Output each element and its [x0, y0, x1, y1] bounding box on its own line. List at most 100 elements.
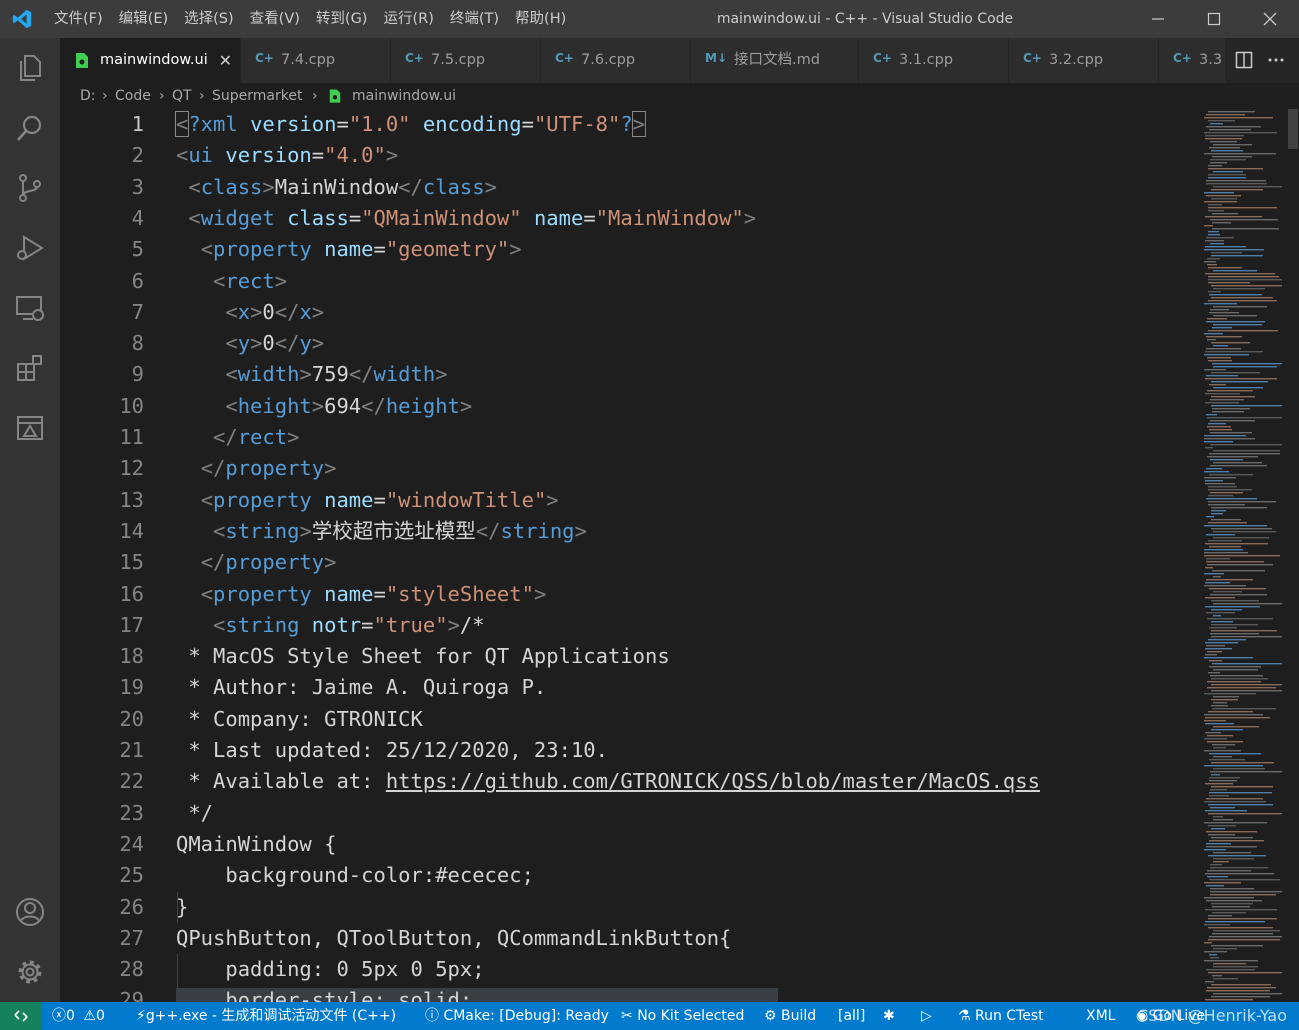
minimap-line	[1208, 501, 1276, 503]
minimap-line	[1211, 837, 1253, 839]
minimap-line	[1211, 528, 1272, 530]
tab-api-doc-md[interactable]: M↓ 接口文档.md	[691, 38, 859, 83]
line-number: 13	[119, 487, 144, 512]
minimap-line	[1211, 828, 1225, 830]
vertical-scrollbar[interactable]	[1286, 109, 1299, 1002]
minimap-line	[1211, 621, 1233, 623]
build-button[interactable]: ⚙ Build	[764, 1002, 816, 1030]
flask-icon: ⚗	[958, 1008, 971, 1024]
explorer-icon[interactable]	[14, 52, 46, 84]
breadcrumb-qt[interactable]: QT	[172, 83, 192, 109]
minimap-line	[1204, 960, 1258, 962]
extensions-icon[interactable]	[14, 352, 46, 384]
breadcrumb-code[interactable]: Code	[115, 83, 151, 109]
minimap-line	[1208, 486, 1237, 488]
minimap-line	[1212, 228, 1279, 230]
maximize-button[interactable]	[1185, 0, 1243, 38]
minimap-line	[1212, 363, 1282, 365]
breadcrumb-file[interactable]: mainwindow.ui	[352, 83, 456, 109]
minimap-line	[1211, 600, 1259, 602]
launch-button[interactable]: ▷	[921, 1002, 932, 1030]
code-line: <rect>	[213, 268, 288, 293]
minimap-line	[1208, 489, 1252, 491]
code-line: <height>694</height>	[225, 393, 473, 418]
minimap-line	[1204, 720, 1226, 722]
minimap-content	[1204, 111, 1282, 1001]
menu-terminal[interactable]: 终端(T)	[442, 0, 507, 38]
breadcrumb-supermarket[interactable]: Supermarket	[212, 83, 302, 109]
close-tab-icon[interactable]: ✕	[219, 38, 232, 83]
code-line: border-style: solid;	[225, 988, 473, 1002]
accounts-icon[interactable]	[14, 896, 46, 928]
code-line: <widget class="QMainWindow" name="MainWi…	[188, 205, 757, 230]
minimap-line	[1210, 594, 1267, 596]
minimap-line	[1204, 261, 1216, 263]
menu-go[interactable]: 转到(G)	[308, 0, 376, 38]
minimap-line	[1205, 393, 1240, 395]
tab-7-5-cpp[interactable]: C+ 7.5.cpp	[391, 38, 541, 83]
remote-indicator[interactable]	[0, 1002, 42, 1030]
debug-target[interactable]: ⚡g++.exe - 生成和调试活动文件 (C++)	[136, 1002, 396, 1030]
tab-mainwindow-ui[interactable]: mainwindow.ui ✕	[60, 38, 241, 83]
line-number: 16	[119, 581, 144, 606]
minimap-line	[1209, 147, 1240, 149]
debug-icon: ⚡	[136, 1008, 146, 1024]
minimap-line	[1210, 309, 1229, 311]
minimap-line	[1207, 876, 1228, 878]
tab-7-6-cpp[interactable]: C+ 7.6.cpp	[541, 38, 691, 83]
minimap-line	[1210, 459, 1243, 461]
minimap-line	[1210, 957, 1219, 959]
minimap-line	[1212, 213, 1238, 215]
source-control-icon[interactable]	[14, 172, 46, 204]
search-icon[interactable]	[14, 112, 46, 144]
tab-7-4-cpp[interactable]: C+ 7.4.cpp	[241, 38, 391, 83]
minimap-line	[1207, 390, 1253, 392]
remote-icon	[14, 1010, 28, 1022]
gear-icon[interactable]	[14, 956, 46, 988]
code-editor[interactable]: 1 2 3 4 5 6 7 8 9 10 11 12 13 14 15 16 1…	[60, 109, 1200, 1002]
minimap-line	[1209, 879, 1280, 881]
close-window-button[interactable]	[1241, 0, 1299, 38]
problems-indicator[interactable]: ⓧ0 ⚠0	[52, 1002, 105, 1030]
minimap-line	[1212, 222, 1231, 224]
url-link[interactable]: https://github.com/GTRONICK/QSS/blob/mas…	[386, 769, 1040, 793]
minimap-line	[1204, 525, 1267, 527]
menu-view[interactable]: 查看(V)	[242, 0, 308, 38]
gear-icon: ⚙	[764, 1008, 777, 1024]
minimap-line	[1210, 807, 1235, 809]
run-ctest-button[interactable]: ⚗ Run CTest	[958, 1002, 1044, 1030]
run-debug-icon[interactable]	[14, 232, 46, 264]
menu-help[interactable]: 帮助(H)	[507, 0, 574, 38]
minimap-line	[1206, 183, 1267, 185]
tab-3-2-cpp[interactable]: C+ 3.2.cpp	[1009, 38, 1159, 83]
minimap-line	[1208, 711, 1253, 713]
kit-selector[interactable]: ✂ No Kit Selected	[621, 1002, 744, 1030]
menu-selection[interactable]: 选择(S)	[176, 0, 242, 38]
minimap-line	[1210, 771, 1282, 773]
debug-bug-button[interactable]: ✱	[883, 1002, 895, 1030]
cmake-icon[interactable]	[14, 412, 46, 444]
tab-3-1-cpp[interactable]: C+ 3.1.cpp	[859, 38, 1009, 83]
minimize-button[interactable]	[1129, 0, 1187, 38]
menu-file[interactable]: 文件(F)	[46, 0, 111, 38]
minimap-line	[1213, 816, 1223, 818]
bug-icon: ✱	[883, 1008, 895, 1024]
build-target[interactable]: [all]	[838, 1002, 865, 1030]
more-actions-icon[interactable]	[1267, 51, 1285, 69]
language-mode[interactable]: XML	[1086, 1002, 1115, 1030]
remote-explorer-icon[interactable]	[14, 292, 46, 324]
minimap-line	[1213, 696, 1239, 698]
cmake-status[interactable]: ⓘ CMake: [Debug]: Ready	[425, 1002, 609, 1030]
menu-edit[interactable]: 编辑(E)	[111, 0, 176, 38]
minimap-line	[1209, 294, 1262, 296]
minimap-line	[1211, 513, 1223, 515]
minimap-line	[1204, 153, 1276, 155]
minimap-line	[1204, 849, 1226, 851]
minimap[interactable]	[1200, 109, 1286, 1002]
split-editor-icon[interactable]	[1235, 51, 1253, 69]
minimap-line	[1211, 252, 1242, 254]
scrollbar-thumb[interactable]	[1288, 109, 1298, 149]
breadcrumb-drive[interactable]: D:	[80, 83, 96, 109]
menu-run[interactable]: 运行(R)	[375, 0, 441, 38]
minimap-line	[1205, 909, 1277, 911]
